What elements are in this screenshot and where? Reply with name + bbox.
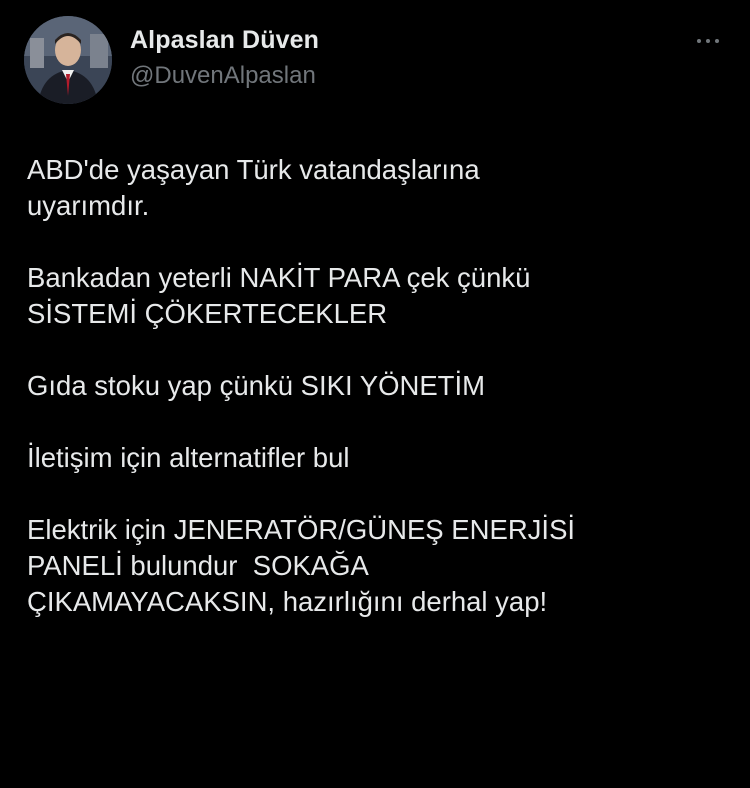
tweet-line: PANELİ bulundur SOKAĞA — [27, 550, 369, 581]
tweet-line: ÇIKAMAYACAKSIN, hazırlığını derhal yap! — [27, 586, 548, 617]
tweet-line: Gıda stoku yap çünkü SIKI YÖNETİM — [27, 370, 486, 401]
tweet-line: SİSTEMİ ÇÖKERTECEKLER — [27, 298, 388, 329]
tweet-text: ABD'de yaşayan Türk vatandaşlarına uyarı… — [27, 152, 727, 620]
tweet-line: Elektrik için JENERATÖR/GÜNEŞ ENERJİSİ — [27, 514, 576, 545]
tweet-line: uyarımdır. — [27, 190, 150, 221]
tweet-paragraph: ABD'de yaşayan Türk vatandaşlarına uyarı… — [27, 152, 727, 224]
tweet-line: ABD'de yaşayan Türk vatandaşlarına — [27, 154, 480, 185]
tweet-paragraph: Bankadan yeterli NAKİT PARA çek çünkü Sİ… — [27, 260, 727, 332]
tweet-paragraph: Elektrik için JENERATÖR/GÜNEŞ ENERJİSİ P… — [27, 512, 727, 620]
tweet: Alpaslan Düven @DuvenAlpaslan ABD'de yaş… — [0, 0, 750, 788]
tweet-line: İletişim için alternatifler bul — [27, 442, 350, 473]
more-horizontal-icon — [695, 39, 722, 43]
tweet-line: Bankadan yeterli NAKİT PARA çek çünkü — [27, 262, 531, 293]
avatar[interactable] — [24, 16, 112, 104]
author-display-name[interactable]: Alpaslan Düven — [130, 26, 319, 55]
tweet-paragraph: İletişim için alternatifler bul — [27, 440, 727, 476]
author-handle[interactable]: @DuvenAlpaslan — [130, 62, 316, 90]
more-options-button[interactable] — [686, 24, 730, 58]
avatar-photo — [24, 16, 112, 104]
tweet-paragraph: Gıda stoku yap çünkü SIKI YÖNETİM — [27, 368, 727, 404]
